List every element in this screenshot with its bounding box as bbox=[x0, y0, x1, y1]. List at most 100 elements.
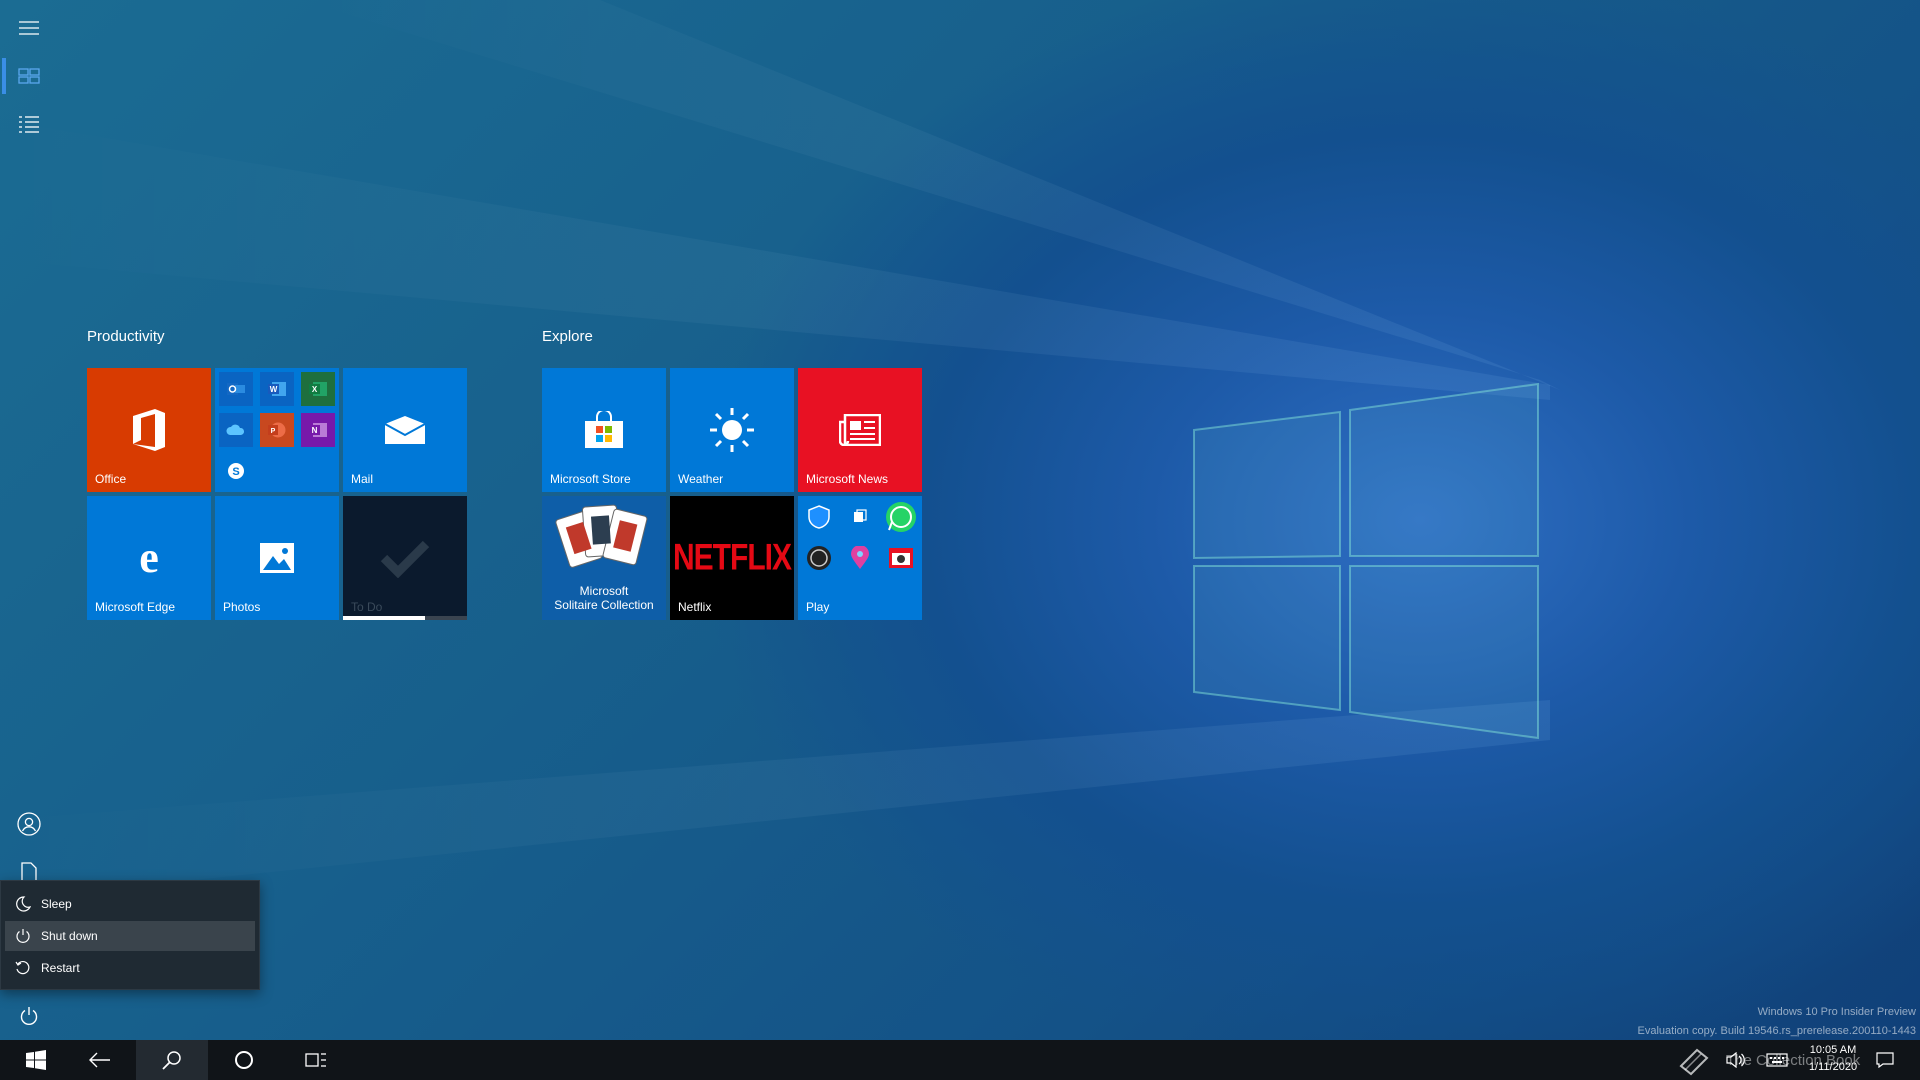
tile-label: Microsoft News bbox=[806, 472, 889, 486]
speaker-icon bbox=[1726, 1052, 1745, 1068]
start-button[interactable] bbox=[0, 1040, 72, 1080]
back-arrow-icon bbox=[89, 1052, 110, 1068]
news-icon bbox=[839, 414, 881, 446]
keyboard-icon bbox=[1766, 1053, 1788, 1067]
search-icon bbox=[162, 1051, 181, 1070]
mail-icon bbox=[384, 416, 426, 444]
tile-label: Microsoft Edge bbox=[95, 600, 176, 614]
tile-solitaire-collection[interactable]: Microsoft Solitaire Collection bbox=[542, 496, 666, 620]
svg-text:P: P bbox=[271, 428, 276, 435]
svg-text:X: X bbox=[312, 385, 318, 394]
tile-microsoft-edge[interactable]: e Microsoft Edge bbox=[87, 496, 211, 620]
tile-netflix[interactable]: NETFLIX Netflix bbox=[670, 496, 794, 620]
svg-text:W: W bbox=[270, 385, 278, 394]
tile-to-do[interactable]: To Do bbox=[343, 496, 467, 620]
task-view-icon bbox=[305, 1053, 326, 1067]
whatsapp-icon bbox=[884, 500, 918, 534]
excel-icon: X bbox=[301, 372, 335, 406]
onedrive-icon bbox=[219, 413, 253, 447]
netflix-logo: NETFLIX bbox=[673, 536, 792, 578]
tile-label: Netflix bbox=[678, 600, 712, 614]
loading-bar-fill bbox=[343, 616, 425, 620]
group-title-productivity[interactable]: Productivity bbox=[87, 328, 165, 345]
tile-microsoft-store[interactable]: Microsoft Store bbox=[542, 368, 666, 492]
group-title-explore[interactable]: Explore bbox=[542, 328, 593, 345]
shut-down-label: Shut down bbox=[41, 929, 98, 943]
volume-button[interactable] bbox=[1726, 1050, 1750, 1070]
skype-icon: S bbox=[219, 454, 253, 488]
hamburger-icon bbox=[19, 21, 39, 35]
tile-mail[interactable]: Mail bbox=[343, 368, 467, 492]
checkmark-icon bbox=[380, 540, 430, 578]
office-icon bbox=[133, 409, 165, 451]
sleep-label: Sleep bbox=[41, 897, 72, 911]
tile-label: Mail bbox=[351, 472, 374, 486]
tile-weather[interactable]: Weather bbox=[670, 368, 794, 492]
tile-photos[interactable]: Photos bbox=[215, 496, 339, 620]
action-center-button[interactable] bbox=[1876, 1050, 1900, 1070]
svg-text:e: e bbox=[139, 538, 159, 578]
cortana-circle-icon bbox=[235, 1051, 253, 1069]
tile-label: Weather bbox=[678, 472, 724, 486]
taskbar: The Collection Book 10:05 AM 1/11/2020 bbox=[0, 1040, 1920, 1080]
loading-bar-track bbox=[343, 616, 467, 620]
keyboard-button[interactable] bbox=[1766, 1050, 1792, 1070]
tile-microsoft-news[interactable]: Microsoft News bbox=[798, 368, 922, 492]
tiles-icon bbox=[18, 68, 40, 84]
notebook-icon bbox=[1679, 1048, 1709, 1076]
tile-label-line1: Microsoft bbox=[579, 584, 629, 598]
power-button[interactable] bbox=[0, 992, 58, 1040]
search-button[interactable] bbox=[136, 1040, 208, 1080]
tile-office-apps-folder[interactable]: W X P N S bbox=[215, 368, 339, 492]
build-watermark-line1: Windows 10 Pro Insider Preview bbox=[1757, 1006, 1916, 1018]
task-view-button[interactable] bbox=[280, 1040, 352, 1080]
user-icon bbox=[17, 812, 41, 836]
powerpoint-icon: P bbox=[260, 413, 294, 447]
notification-icon bbox=[1876, 1052, 1894, 1068]
tile-label: Office bbox=[95, 472, 127, 486]
restart-label: Restart bbox=[41, 961, 80, 975]
circle-app-icon bbox=[802, 541, 836, 575]
pinned-tiles-button[interactable] bbox=[0, 52, 58, 100]
store-icon bbox=[585, 411, 623, 448]
cortana-button[interactable] bbox=[208, 1040, 280, 1080]
back-button[interactable] bbox=[64, 1040, 136, 1080]
moon-icon bbox=[16, 896, 31, 912]
shut-down-menu-item[interactable]: Shut down bbox=[5, 921, 255, 951]
tile-office[interactable]: Office bbox=[87, 368, 211, 492]
maps-pin-icon bbox=[843, 541, 877, 575]
sleep-menu-item[interactable]: Sleep bbox=[5, 889, 255, 919]
playing-cards-icon bbox=[555, 504, 648, 568]
sun-icon bbox=[710, 408, 754, 452]
tile-label: Play bbox=[806, 600, 830, 614]
cortana-app-icon bbox=[843, 500, 877, 534]
tray-app-icon[interactable] bbox=[1674, 1044, 1714, 1078]
shield-icon bbox=[802, 500, 836, 534]
tile-label: Photos bbox=[223, 600, 261, 614]
build-watermark-line2: Evaluation copy. Build 19546.rs_prerelea… bbox=[1637, 1025, 1916, 1037]
clock-date: 1/11/2020 bbox=[1808, 1061, 1858, 1073]
account-button[interactable] bbox=[0, 800, 58, 848]
restart-icon bbox=[15, 960, 30, 975]
tile-label-line2: Solitaire Collection bbox=[554, 598, 654, 612]
edge-icon: e bbox=[139, 538, 159, 578]
onenote-icon: N bbox=[301, 413, 335, 447]
camera-icon bbox=[884, 541, 918, 575]
word-icon: W bbox=[260, 372, 294, 406]
power-icon bbox=[16, 929, 30, 943]
power-icon bbox=[20, 1007, 38, 1025]
clock[interactable]: 10:05 AM 1/11/2020 bbox=[1798, 1042, 1868, 1076]
clock-time: 10:05 AM bbox=[1809, 1044, 1857, 1056]
tile-play-folder[interactable]: Play bbox=[798, 496, 922, 620]
power-menu: Sleep Shut down Restart bbox=[0, 880, 260, 990]
all-apps-button[interactable] bbox=[0, 100, 58, 148]
svg-text:N: N bbox=[312, 426, 318, 435]
expand-menu-button[interactable] bbox=[0, 4, 58, 52]
photos-icon bbox=[260, 543, 294, 573]
wallpaper-windows-logo bbox=[1193, 382, 1539, 740]
document-icon bbox=[21, 862, 37, 882]
restart-menu-item[interactable]: Restart bbox=[5, 953, 255, 983]
tile-label: To Do bbox=[351, 600, 383, 614]
tile-label: Microsoft Store bbox=[550, 472, 631, 486]
list-icon bbox=[19, 116, 39, 133]
